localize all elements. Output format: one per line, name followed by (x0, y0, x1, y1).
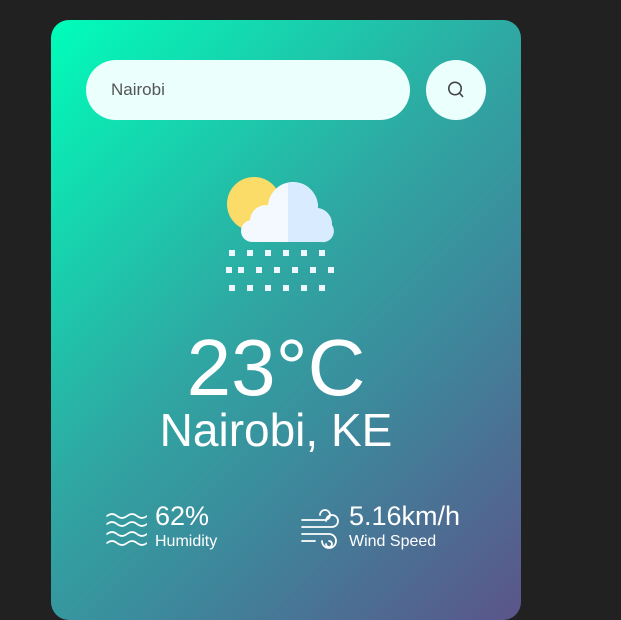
wind-label: Wind Speed (349, 532, 437, 550)
humidity-label: Humidity (155, 532, 218, 550)
search-icon (448, 81, 464, 98)
humidity-waves-icon (106, 513, 147, 546)
humidity-detail: 62% Humidity (105, 501, 218, 551)
search-input[interactable] (86, 60, 410, 120)
weather-card: 23°C Nairobi, KE 62% Humidity (51, 20, 521, 620)
humidity-text: 62% Humidity (155, 501, 218, 551)
temperature: 23°C (186, 323, 366, 412)
wind-detail: 5.16km/h Wind Speed (299, 501, 461, 551)
wind-icon (301, 509, 339, 549)
wind-text: 5.16km/h Wind Speed (349, 501, 461, 551)
search-button[interactable] (426, 60, 486, 120)
snow-cloud-sun-icon (226, 177, 334, 291)
city-name: Nairobi, KE (159, 404, 393, 456)
humidity-value: 62% (155, 501, 210, 531)
wind-value: 5.16km/h (349, 501, 461, 531)
